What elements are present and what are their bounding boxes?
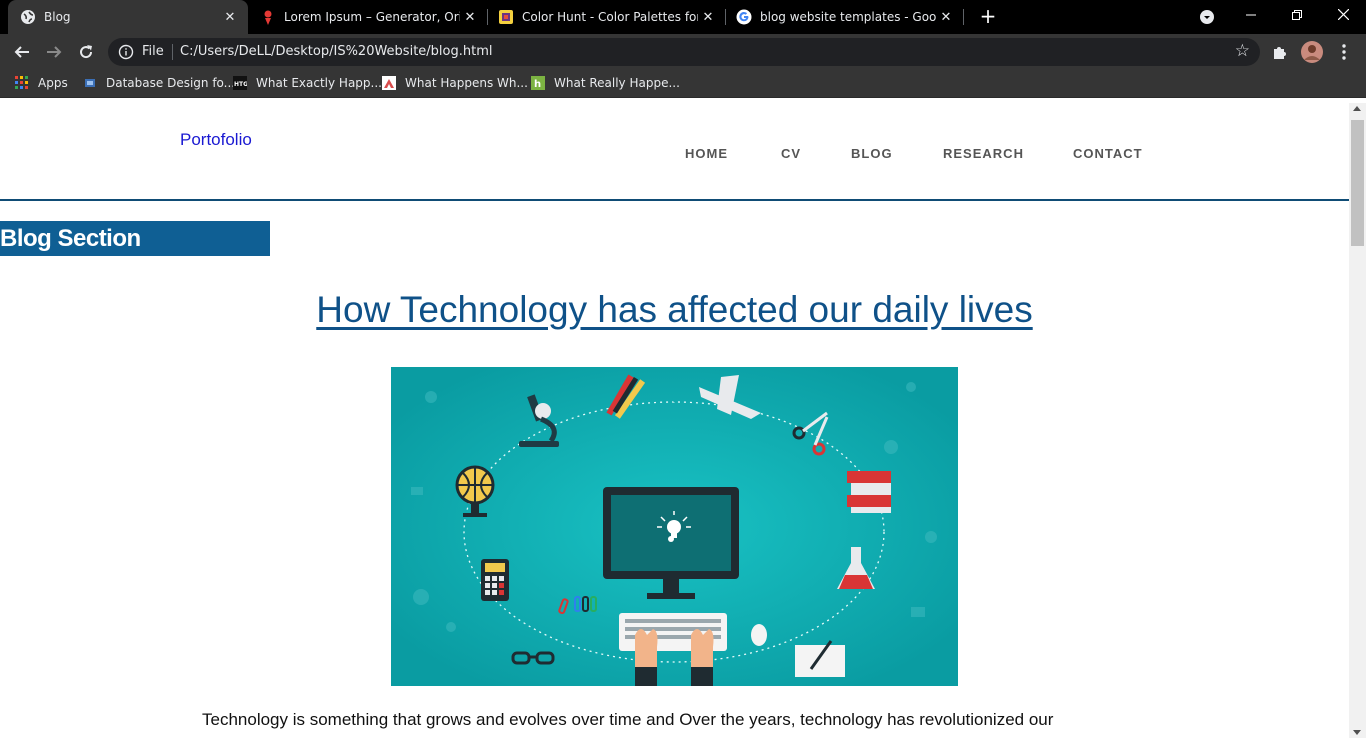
restore-icon — [1292, 10, 1302, 20]
bookmark-label: What Exactly Happ... — [256, 76, 382, 90]
forward-button[interactable] — [42, 40, 66, 64]
nav-home[interactable]: HOME — [685, 146, 728, 161]
back-button[interactable] — [10, 40, 34, 64]
nav-blog[interactable]: BLOG — [851, 146, 893, 161]
tab-blog[interactable]: Blog ✕ — [8, 0, 248, 34]
google-icon — [736, 9, 752, 25]
hero-image — [391, 367, 958, 686]
calculator-icon — [481, 559, 509, 601]
tab-title: Blog — [44, 10, 71, 24]
header-divider — [0, 199, 1349, 201]
brand-logo-link[interactable]: Portofolio — [180, 130, 252, 150]
tab-title: blog website templates - Google — [760, 10, 936, 24]
bookmark-label: What Happens Wh... — [405, 76, 528, 90]
htg-icon: HTG — [233, 76, 247, 90]
svg-text:HTG: HTG — [234, 81, 247, 88]
tab-strip: Blog ✕ Lorem Ipsum – Generator, Origin ✕… — [0, 0, 1366, 34]
tab-search-button[interactable] — [1184, 0, 1230, 34]
reload-button[interactable] — [74, 40, 98, 64]
restore-button[interactable] — [1274, 0, 1320, 34]
apps-grid-icon — [15, 76, 28, 89]
post-title-link[interactable]: How Technology has affected our daily li… — [0, 289, 1349, 331]
h-logo-icon: h — [531, 76, 545, 90]
bookmark-label: Database Design fo... — [106, 76, 236, 90]
close-tab-icon[interactable]: ✕ — [220, 10, 240, 25]
tab-title: Lorem Ipsum – Generator, Origin — [284, 10, 460, 24]
close-tab-icon[interactable]: ✕ — [936, 10, 956, 25]
new-tab-button[interactable]: + — [976, 5, 1000, 29]
page-viewport: Portofolio HOME CV BLOG RESEARCH CONTACT… — [0, 103, 1349, 738]
scheme-label: File — [142, 44, 164, 59]
profile-button[interactable] — [1300, 40, 1324, 64]
bookmark-database-design[interactable]: Database Design fo... — [83, 76, 235, 90]
arrow-left-icon — [14, 46, 29, 58]
triangle-logo-icon — [382, 76, 396, 90]
globe-icon — [21, 10, 35, 24]
tab-lorem-ipsum[interactable]: Lorem Ipsum – Generator, Origin ✕ — [248, 0, 488, 34]
puzzle-icon — [1274, 47, 1286, 59]
close-tab-icon[interactable]: ✕ — [460, 10, 480, 25]
bookmark-label: Apps — [38, 76, 68, 90]
browser-toolbar: File C:/Users/DeLL/Desktop/IS%20Website/… — [0, 34, 1366, 70]
nav-cv[interactable]: CV — [781, 146, 801, 161]
info-icon[interactable] — [118, 44, 134, 60]
bookmark-label: What Really Happe... — [554, 76, 680, 90]
section-banner: Blog Section — [0, 221, 270, 256]
extensions-button[interactable] — [1268, 40, 1292, 64]
minimize-button[interactable] — [1228, 0, 1274, 34]
nav-research[interactable]: RESEARCH — [943, 146, 1024, 161]
tab-color-hunt[interactable]: Color Hunt - Color Palettes for De ✕ — [486, 0, 726, 34]
section-title: Blog Section — [0, 225, 141, 252]
books-icon — [847, 471, 891, 513]
menu-button[interactable] — [1332, 40, 1356, 64]
close-window-button[interactable] — [1320, 0, 1366, 34]
url-text[interactable]: C:/Users/DeLL/Desktop/IS%20Website/blog.… — [180, 44, 492, 59]
tab-separator — [963, 9, 964, 25]
bookmark-what-really[interactable]: h What Really Happe... — [531, 76, 680, 90]
avatar — [1301, 41, 1323, 63]
mouse-icon — [751, 624, 767, 646]
close-icon — [1337, 8, 1349, 21]
lorem-ipsum-icon — [264, 10, 272, 25]
nav-contact[interactable]: CONTACT — [1073, 146, 1143, 161]
scroll-down-arrow-icon[interactable] — [1353, 730, 1361, 735]
bookmark-star-icon[interactable]: ☆ — [1235, 41, 1250, 61]
scroll-up-arrow-icon[interactable] — [1353, 106, 1361, 111]
bookmark-apps[interactable]: Apps — [15, 76, 68, 90]
minimize-icon — [1246, 14, 1256, 16]
address-bar[interactable]: File C:/Users/DeLL/Desktop/IS%20Website/… — [108, 38, 1260, 66]
arrow-right-icon — [47, 46, 62, 58]
tab-title: Color Hunt - Color Palettes for De — [522, 10, 698, 24]
close-tab-icon[interactable]: ✕ — [698, 10, 718, 25]
scrollbar-thumb[interactable] — [1351, 120, 1364, 246]
bookmarks-bar: Apps Database Design fo... HTG What Exac… — [0, 70, 1366, 98]
reload-icon — [80, 45, 93, 59]
tab-google-search[interactable]: blog website templates - Google ✕ — [724, 0, 964, 34]
chevron-down-circle-icon — [1200, 10, 1214, 24]
color-hunt-icon — [499, 10, 513, 24]
page-scrollbar[interactable] — [1349, 103, 1366, 738]
post-body-text: Technology is something that grows and e… — [202, 710, 1054, 729]
more-vertical-icon — [1342, 44, 1346, 60]
bookmark-htg[interactable]: HTG What Exactly Happ... — [233, 76, 382, 90]
notepad-pen-icon — [795, 640, 845, 677]
svg-text:h: h — [534, 79, 541, 90]
address-divider — [172, 44, 173, 60]
bookmark-what-happens[interactable]: What Happens Wh... — [382, 76, 528, 90]
database-icon — [85, 79, 95, 87]
